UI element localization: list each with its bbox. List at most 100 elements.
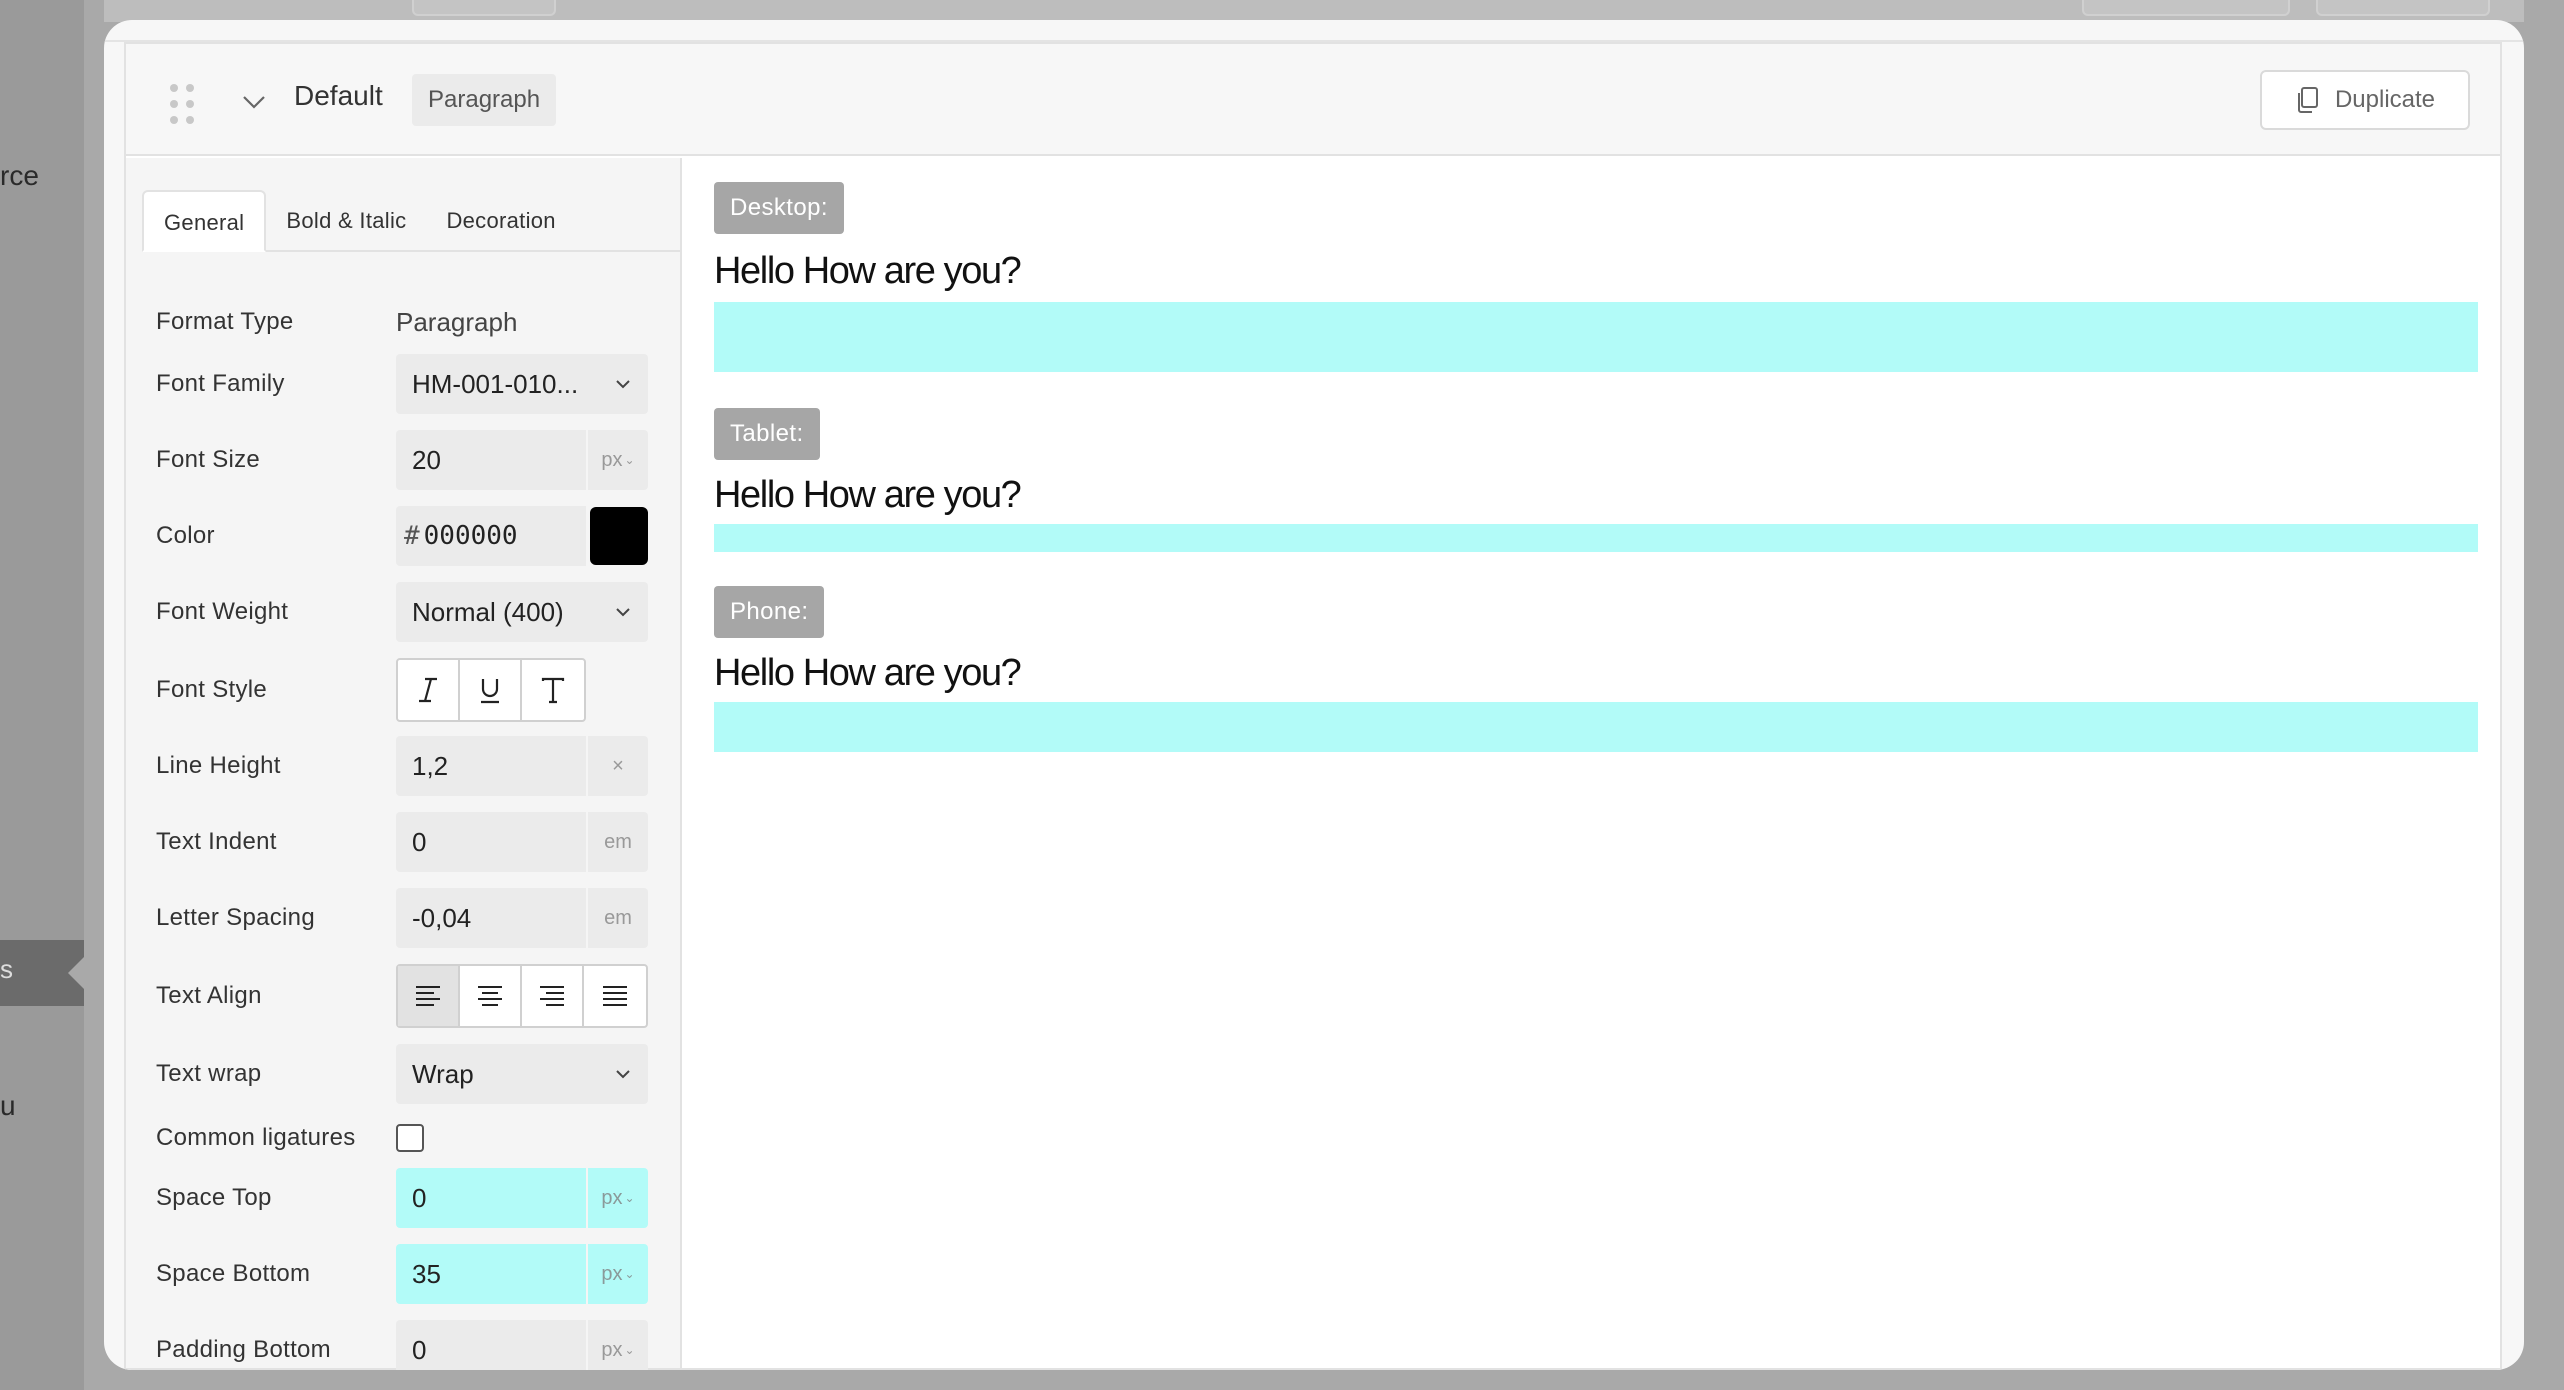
tablet-label: Tablet: bbox=[714, 408, 820, 460]
desktop-sample-text: Hello How are you? bbox=[714, 250, 1022, 292]
letter-spacing-unit: em bbox=[586, 888, 648, 948]
font-size-unit-select[interactable]: px ⌄ bbox=[586, 430, 648, 490]
color-hex-value: 000000 bbox=[423, 521, 518, 551]
format-card: Default Paragraph Duplicate General Bold… bbox=[124, 42, 2502, 1370]
line-height-input[interactable]: 1,2 × bbox=[396, 736, 648, 796]
duplicate-button[interactable]: Duplicate bbox=[2260, 70, 2470, 130]
align-center-button[interactable] bbox=[460, 966, 522, 1026]
padding-bottom-row: Padding Bottom 0 px ⌄ bbox=[156, 1320, 662, 1370]
background-active-item: s bbox=[0, 940, 84, 1006]
font-size-input[interactable]: 20 px ⌄ bbox=[396, 430, 648, 490]
tab-general[interactable]: General bbox=[142, 190, 267, 252]
text-indent-row: Text Indent 0 em bbox=[156, 812, 662, 872]
align-justify-icon bbox=[603, 986, 627, 1006]
line-height-row: Line Height 1,2 × bbox=[156, 736, 662, 796]
settings-tabs: General Bold & Italic Decoration bbox=[142, 190, 680, 252]
line-height-label: Line Height bbox=[156, 752, 281, 779]
line-height-unit: × bbox=[586, 736, 648, 796]
text-indent-input[interactable]: 0 em bbox=[396, 812, 648, 872]
format-title: Default bbox=[294, 80, 383, 111]
space-top-row: Space Top 0 px ⌄ bbox=[156, 1168, 662, 1228]
text-align-group bbox=[396, 964, 648, 1028]
text-wrap-select[interactable]: Wrap bbox=[396, 1044, 648, 1104]
underline-icon bbox=[481, 679, 499, 704]
phone-label: Phone: bbox=[714, 586, 825, 638]
tab-decoration[interactable]: Decoration bbox=[426, 190, 575, 252]
color-label: Color bbox=[156, 522, 215, 549]
common-ligatures-label: Common ligatures bbox=[156, 1124, 356, 1151]
desktop-space-bottom-indicator bbox=[714, 302, 2478, 372]
font-style-row: Font Style bbox=[156, 658, 662, 722]
align-left-button[interactable] bbox=[398, 966, 460, 1026]
phone-sample-text: Hello How are you? bbox=[714, 652, 1022, 694]
color-hex-input[interactable]: # 000000 bbox=[396, 506, 586, 566]
settings-panel: General Bold & Italic Decoration Format … bbox=[126, 158, 682, 1370]
color-row: Color # 000000 bbox=[156, 506, 662, 566]
space-top-value: 0 bbox=[412, 1182, 427, 1213]
font-size-label: Font Size bbox=[156, 446, 261, 473]
background-button bbox=[2316, 0, 2490, 16]
tab-bold-italic[interactable]: Bold & Italic bbox=[266, 190, 426, 252]
format-type-label: Format Type bbox=[156, 308, 294, 335]
space-bottom-unit-select[interactable]: px ⌄ bbox=[586, 1244, 648, 1304]
padding-bottom-unit-select[interactable]: px ⌄ bbox=[586, 1320, 648, 1370]
format-type-badge: Paragraph bbox=[412, 74, 557, 126]
copy-icon bbox=[2297, 87, 2318, 113]
font-style-label: Font Style bbox=[156, 676, 268, 703]
space-bottom-input[interactable]: 35 px ⌄ bbox=[396, 1244, 648, 1304]
color-swatch[interactable] bbox=[590, 507, 648, 565]
text-wrap-label: Text wrap bbox=[156, 1060, 262, 1087]
text-transform-button[interactable] bbox=[522, 660, 584, 720]
italic-button[interactable] bbox=[398, 660, 460, 720]
chevron-down-icon[interactable] bbox=[240, 88, 268, 116]
card-header: Default Paragraph Duplicate bbox=[126, 44, 2500, 156]
space-top-unit-select[interactable]: px ⌄ bbox=[586, 1168, 648, 1228]
font-family-select[interactable]: HM-001-010... bbox=[396, 354, 648, 414]
letter-spacing-row: Letter Spacing -0,04 em bbox=[156, 888, 662, 948]
padding-bottom-input[interactable]: 0 px ⌄ bbox=[396, 1320, 648, 1370]
space-bottom-value: 35 bbox=[412, 1258, 441, 1289]
common-ligatures-checkbox[interactable] bbox=[396, 1124, 424, 1152]
text-indent-value: 0 bbox=[412, 826, 427, 857]
underline-button[interactable] bbox=[460, 660, 522, 720]
drag-handle-icon[interactable] bbox=[170, 84, 194, 124]
font-weight-row: Font Weight Normal (400) bbox=[156, 582, 662, 642]
align-justify-button[interactable] bbox=[584, 966, 646, 1026]
background-sidebar bbox=[0, 0, 84, 1390]
letter-spacing-value: -0,04 bbox=[412, 902, 472, 933]
space-top-label: Space Top bbox=[156, 1184, 272, 1211]
text-indent-unit: em bbox=[586, 812, 648, 872]
preview-panel: Desktop: Hello How are you? Tablet: Hell… bbox=[684, 158, 2500, 1368]
format-editor-modal: Default Paragraph Duplicate General Bold… bbox=[104, 20, 2524, 1370]
format-type-value: Paragraph bbox=[396, 306, 518, 337]
font-weight-label: Font Weight bbox=[156, 598, 289, 625]
tablet-space-bottom-indicator bbox=[714, 524, 2478, 552]
chevron-down-icon bbox=[598, 1044, 648, 1104]
text-transform-icon bbox=[541, 677, 565, 704]
color-field: # 000000 bbox=[396, 506, 648, 566]
text-indent-label: Text Indent bbox=[156, 828, 277, 855]
text-align-label: Text Align bbox=[156, 982, 262, 1009]
space-top-input[interactable]: 0 px ⌄ bbox=[396, 1168, 648, 1228]
letter-spacing-input[interactable]: -0,04 em bbox=[396, 888, 648, 948]
font-family-row: Font Family HM-001-010... bbox=[156, 354, 662, 414]
background-button bbox=[412, 0, 556, 16]
text-wrap-row: Text wrap Wrap bbox=[156, 1044, 662, 1104]
tablet-sample-text: Hello How are you? bbox=[714, 474, 1022, 516]
font-size-row: Font Size 20 px ⌄ bbox=[156, 430, 662, 490]
font-style-group bbox=[396, 658, 586, 722]
padding-bottom-label: Padding Bottom bbox=[156, 1336, 331, 1363]
text-wrap-value: Wrap bbox=[412, 1058, 474, 1089]
font-weight-select[interactable]: Normal (400) bbox=[396, 582, 648, 642]
padding-bottom-value: 0 bbox=[412, 1334, 427, 1365]
font-weight-value: Normal (400) bbox=[412, 596, 564, 627]
chevron-down-icon bbox=[598, 582, 648, 642]
format-type-row: Format Type Paragraph bbox=[156, 300, 662, 344]
align-center-icon bbox=[478, 986, 502, 1006]
align-left-icon bbox=[416, 986, 440, 1006]
align-right-button[interactable] bbox=[522, 966, 584, 1026]
space-bottom-row: Space Bottom 35 px ⌄ bbox=[156, 1244, 662, 1304]
desktop-label: Desktop: bbox=[714, 182, 844, 234]
line-height-value: 1,2 bbox=[412, 750, 449, 781]
align-right-icon bbox=[540, 986, 564, 1006]
